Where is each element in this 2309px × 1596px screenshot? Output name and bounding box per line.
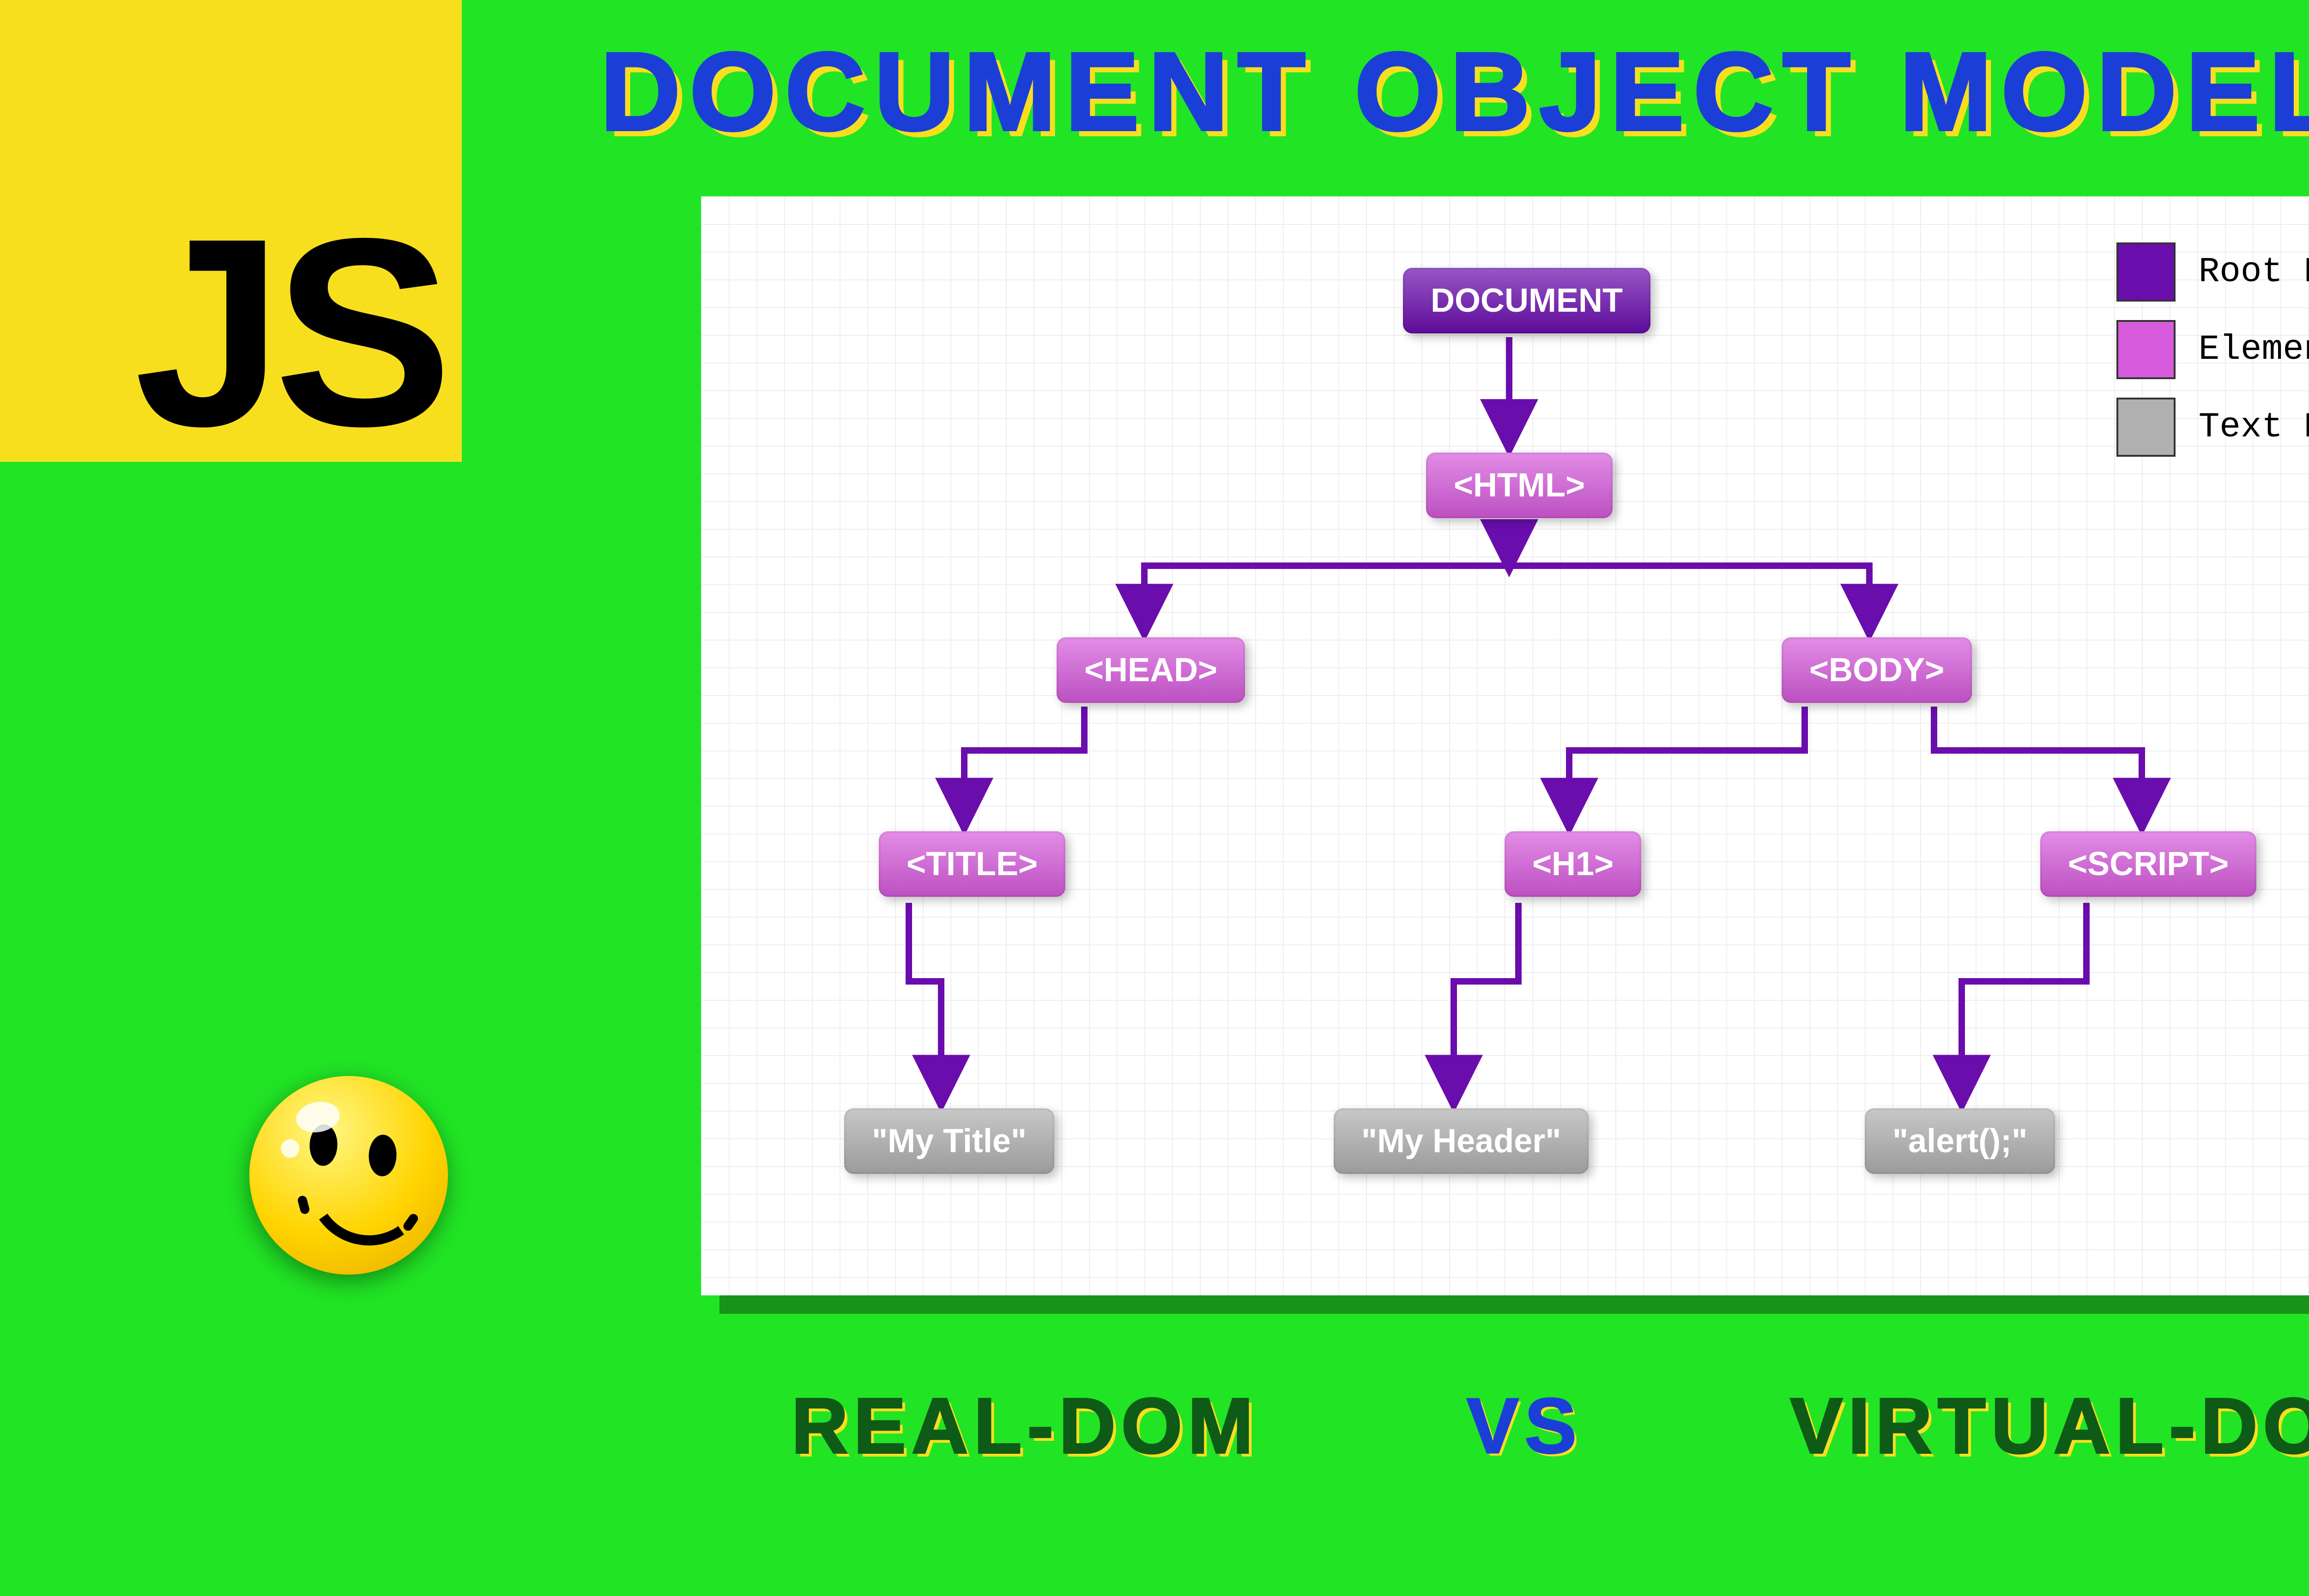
legend-row-element: Element Node bbox=[2116, 320, 2309, 379]
node-script: <SCRIPT> bbox=[2040, 831, 2256, 897]
bottom-labels: REAL-DOM VS VIRTUAL-DOM bbox=[0, 1381, 2309, 1471]
node-text-alert: "alert();" bbox=[1865, 1108, 2055, 1174]
swatch-root-icon bbox=[2116, 242, 2176, 302]
js-logo-text: JS bbox=[134, 212, 462, 462]
swatch-element-icon bbox=[2116, 320, 2176, 379]
legend-label-element: Element Node bbox=[2199, 330, 2309, 369]
diagram-canvas: Root Node Element Node Text Node bbox=[701, 196, 2309, 1295]
node-title: <TITLE> bbox=[879, 831, 1065, 897]
legend-row-root: Root Node bbox=[2116, 242, 2309, 302]
node-h1: <H1> bbox=[1505, 831, 1641, 897]
legend-label-root: Root Node bbox=[2199, 252, 2309, 292]
node-html: <HTML> bbox=[1426, 453, 1613, 518]
node-text-title: "My Title" bbox=[844, 1108, 1054, 1174]
node-document: DOCUMENT bbox=[1403, 268, 1650, 333]
node-head: <HEAD> bbox=[1057, 637, 1245, 703]
node-text-header: "My Header" bbox=[1334, 1108, 1589, 1174]
legend: Root Node Element Node Text Node bbox=[2116, 242, 2309, 475]
legend-row-text: Text Node bbox=[2116, 398, 2309, 457]
node-body: <BODY> bbox=[1782, 637, 1972, 703]
smiley-icon bbox=[234, 1060, 464, 1290]
label-virtual-dom: VIRTUAL-DOM bbox=[1790, 1381, 2309, 1471]
label-vs: VS bbox=[1467, 1381, 1583, 1471]
label-real-dom: REAL-DOM bbox=[792, 1381, 1259, 1471]
page-title: DOCUMENT OBJECT MODEL bbox=[600, 28, 2309, 155]
swatch-text-icon bbox=[2116, 398, 2176, 457]
legend-label-text: Text Node bbox=[2199, 407, 2309, 447]
js-logo: JS bbox=[0, 0, 462, 462]
